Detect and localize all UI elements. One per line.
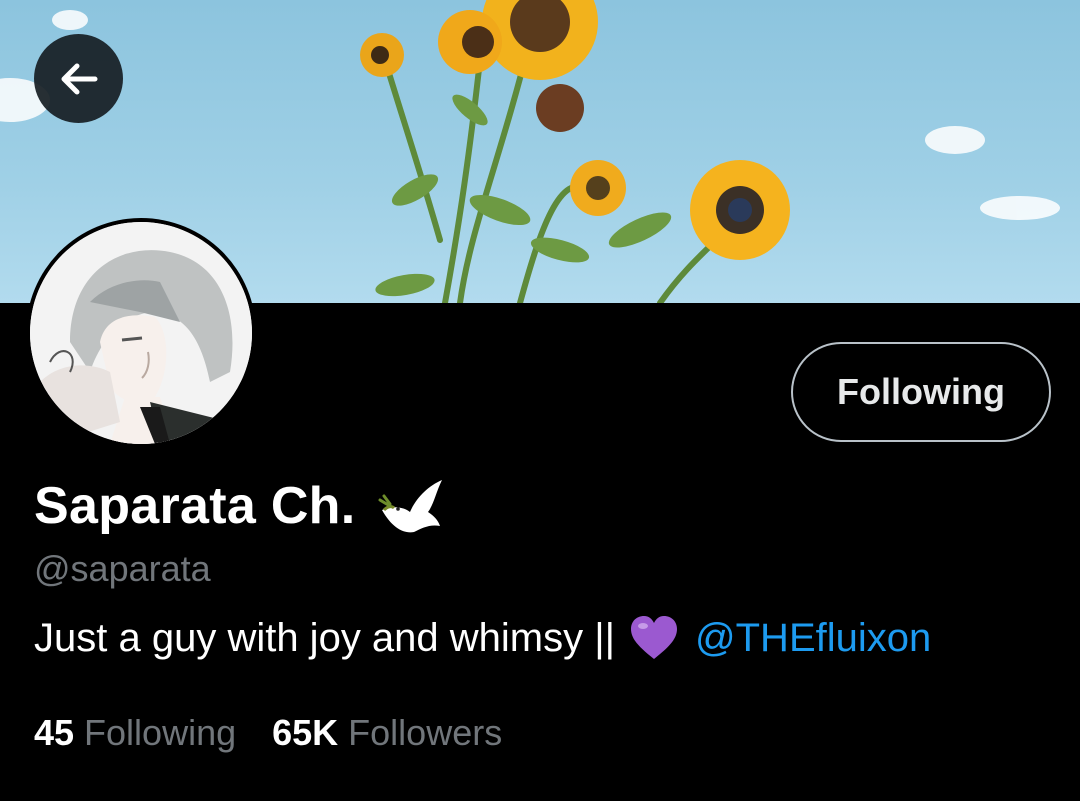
display-name: Saparata Ch. (34, 477, 356, 535)
profile-handle: @saparata (34, 548, 211, 589)
avatar-image (30, 222, 252, 444)
followers-count-link[interactable]: 65K Followers (272, 712, 502, 754)
followers-count: 65K (272, 712, 339, 753)
following-button-label: Following (837, 371, 1005, 412)
following-count: 45 (34, 712, 75, 753)
following-button[interactable]: Following (791, 342, 1051, 442)
bio-mention-link[interactable]: @THEfluixon (695, 616, 931, 661)
followers-label: Followers (348, 712, 503, 753)
profile-name-row: Saparata Ch. (34, 476, 446, 536)
dove-emoji-icon (378, 476, 446, 536)
purple-heart-icon (629, 615, 679, 661)
following-count-link[interactable]: 45 Following (34, 712, 236, 754)
profile-stats: 45 Following 65K Followers (34, 712, 538, 754)
following-label: Following (84, 712, 237, 753)
avatar[interactable] (26, 218, 256, 448)
bio-text: Just a guy with joy and whimsy || (34, 615, 616, 660)
profile-bio: Just a guy with joy and whimsy || @THEfl… (34, 615, 931, 661)
back-button[interactable] (34, 34, 123, 123)
arrow-left-icon (61, 63, 97, 94)
